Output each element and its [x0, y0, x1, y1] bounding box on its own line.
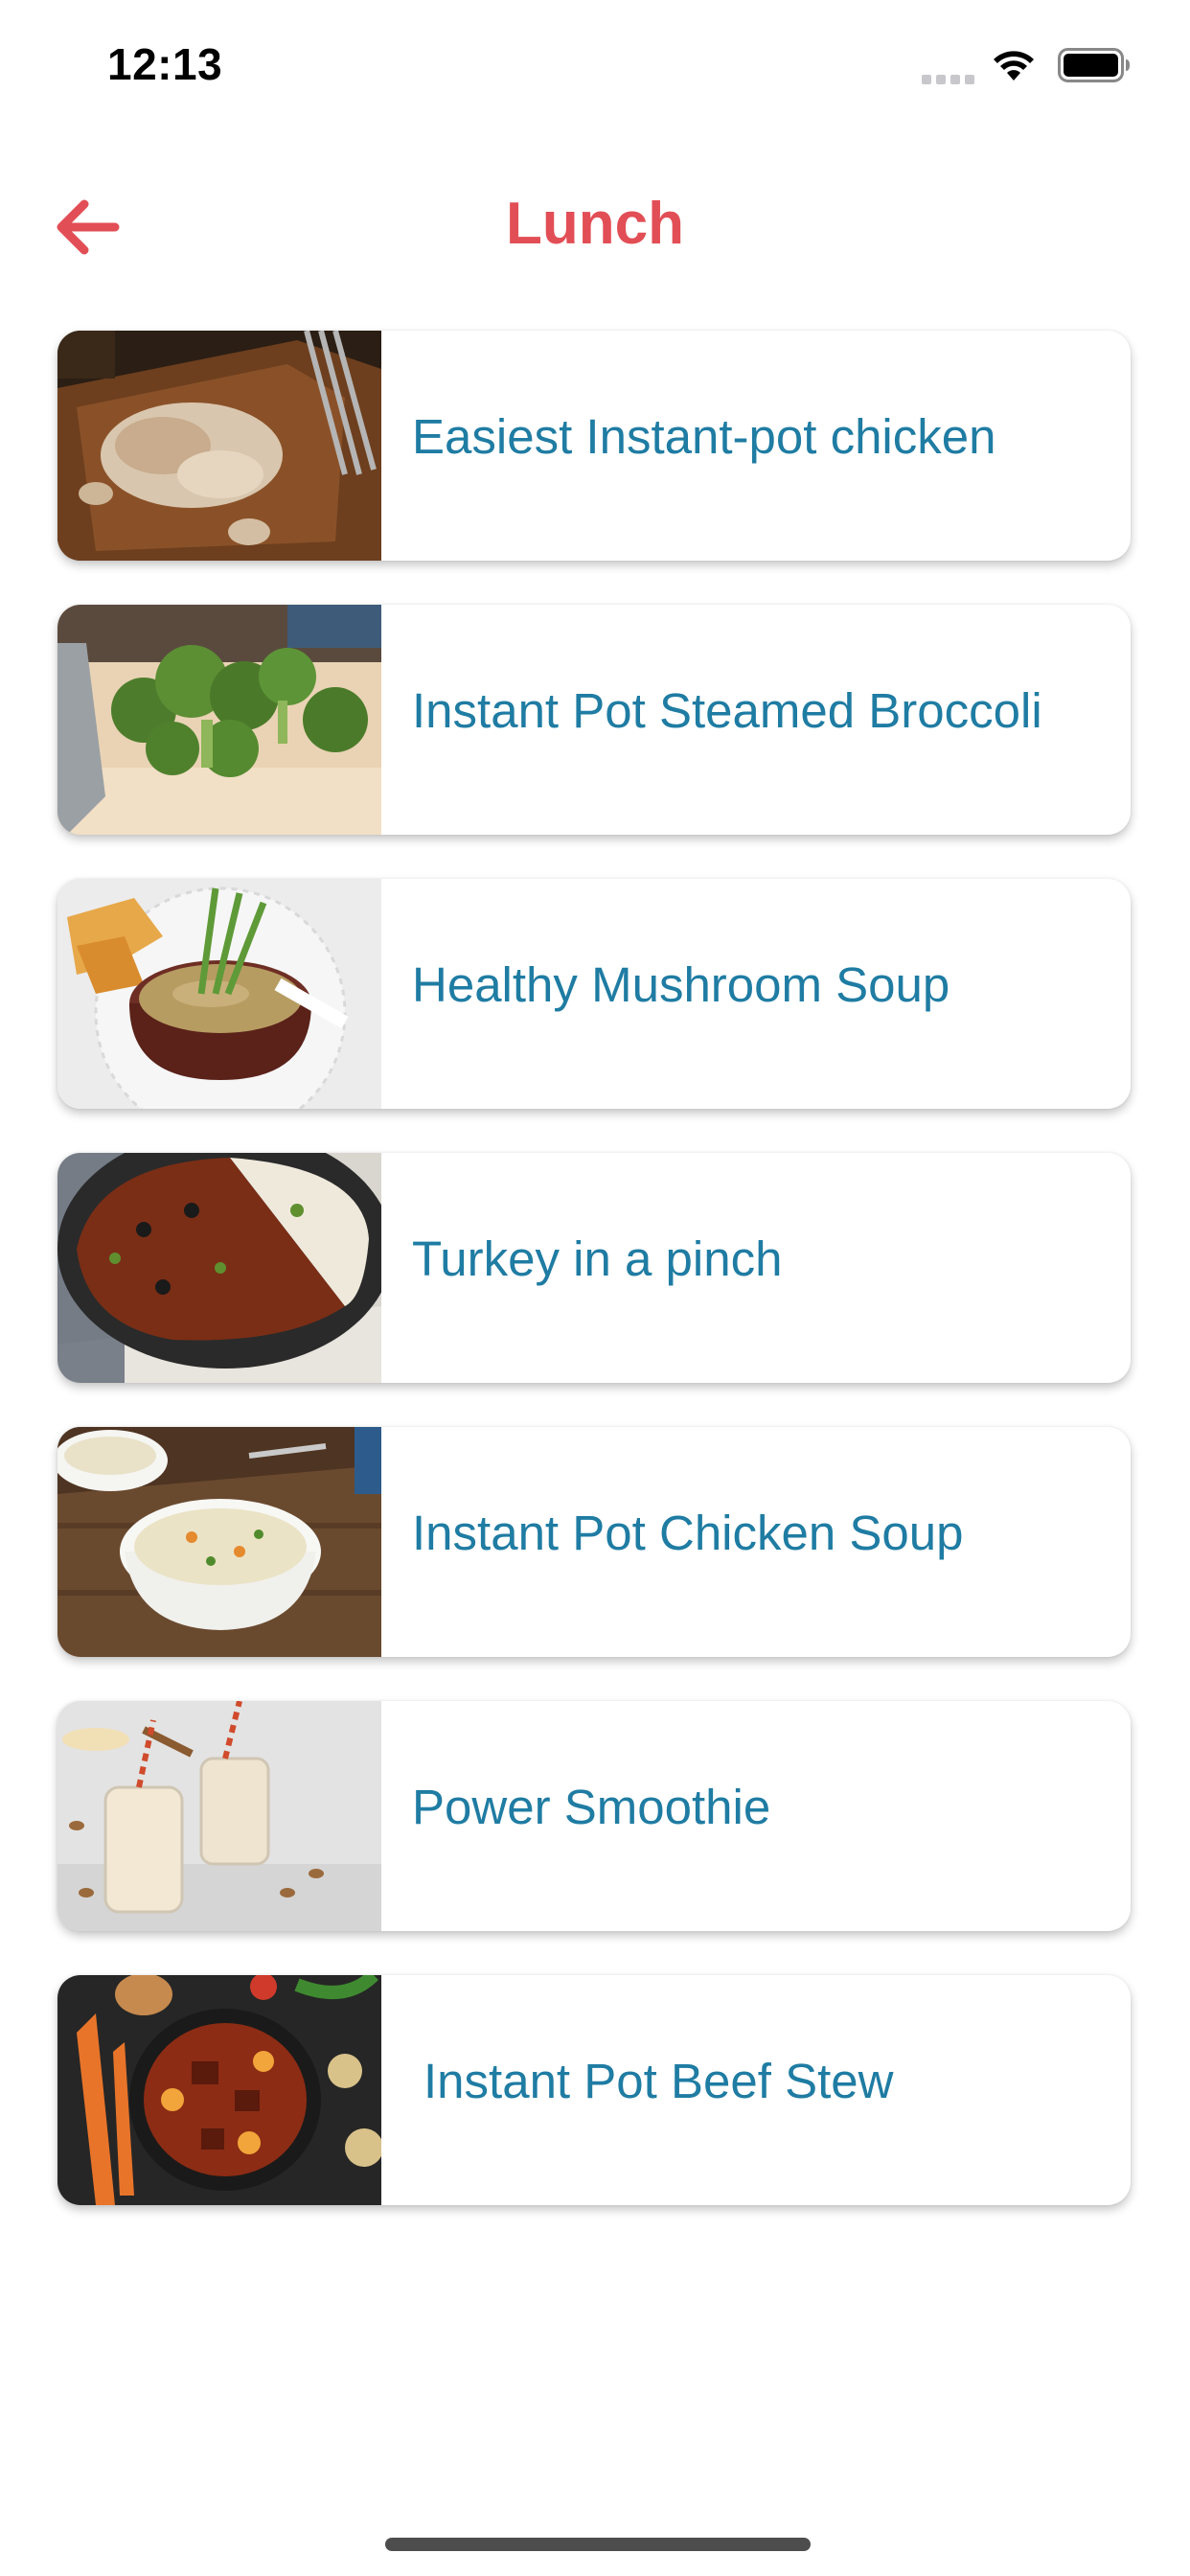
recipe-card[interactable]: Power Smoothie	[57, 1701, 1131, 1931]
page-title: Lunch	[506, 191, 684, 257]
recipe-image-mushroom-soup	[57, 879, 381, 1109]
recipe-name: Instant Pot Chicken Soup	[412, 1505, 964, 1560]
recipe-card[interactable]: Healthy Mushroom Soup	[57, 879, 1131, 1109]
recipe-card[interactable]: Instant Pot Beef Stew	[57, 1975, 1131, 2205]
wifi-icon	[994, 51, 1034, 80]
home-indicator[interactable]	[385, 2538, 811, 2551]
recipe-name: Easiest Instant-pot chicken	[412, 408, 996, 464]
recipe-name: Instant Pot Beef Stew	[423, 2053, 894, 2108]
status-bar: 12:13	[0, 0, 1190, 134]
recipe-card[interactable]: Instant Pot Steamed Broccoli	[57, 605, 1131, 835]
recipe-card[interactable]: Instant Pot Chicken Soup	[57, 1427, 1131, 1657]
recipe-name: Instant Pot Steamed Broccoli	[412, 682, 1042, 738]
recipe-image-beef-stew	[57, 1975, 381, 2205]
recipe-image-turkey-rice	[57, 1153, 381, 1383]
recipe-card[interactable]: Easiest Instant-pot chicken	[57, 331, 1131, 561]
status-time: 12:13	[107, 39, 223, 89]
recipe-image-chicken-soup	[57, 1427, 381, 1657]
nav-header: Lunch	[0, 172, 1190, 278]
recipe-name: Healthy Mushroom Soup	[412, 956, 950, 1012]
recipe-name: Power Smoothie	[412, 1779, 771, 1834]
cellular-signal-icon	[922, 71, 977, 84]
recipe-image-shredded-chicken	[57, 331, 381, 561]
recipe-card[interactable]: Turkey in a pinch	[57, 1153, 1131, 1383]
battery-icon	[1058, 48, 1130, 82]
recipe-list: Easiest Instant-pot chicken Instant Pot …	[57, 331, 1131, 2249]
recipe-name: Turkey in a pinch	[412, 1230, 783, 1286]
recipe-image-smoothie	[57, 1701, 381, 1931]
recipe-image-broccoli	[57, 605, 381, 835]
